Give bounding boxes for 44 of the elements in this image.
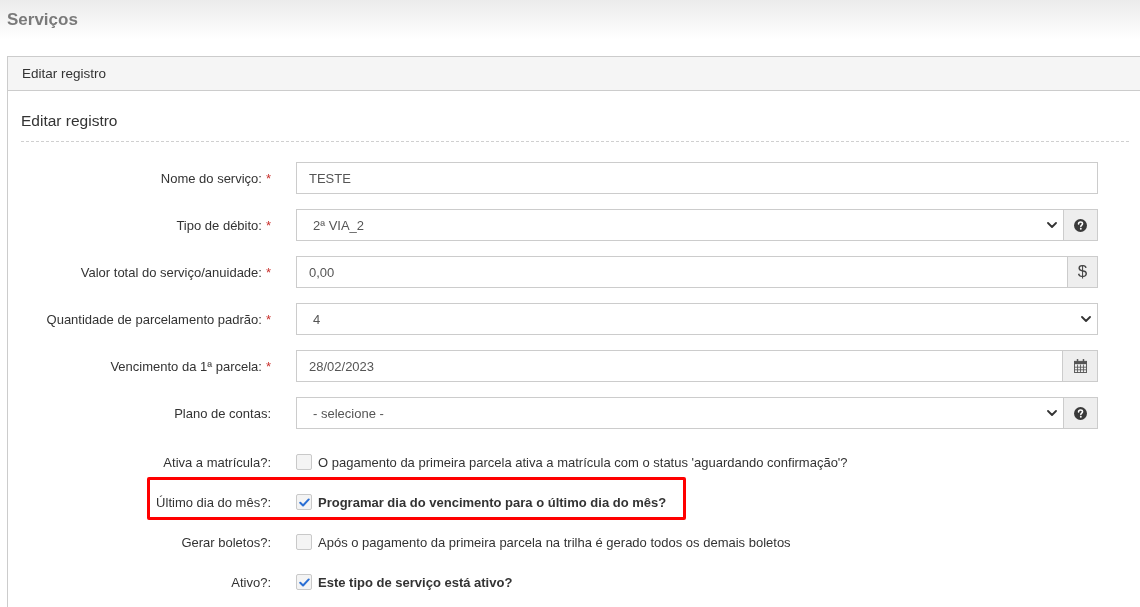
required-mark: * bbox=[265, 170, 271, 186]
check-icon bbox=[298, 577, 310, 587]
checkbox[interactable] bbox=[296, 454, 312, 470]
checkbox-label: Após o pagamento da primeira parcela na trilha é gerado todos os demais boletos bbox=[318, 534, 791, 550]
page-title: Serviços bbox=[7, 10, 78, 30]
required-mark: * bbox=[265, 217, 271, 233]
field-label: Tipo de débito: bbox=[176, 217, 262, 233]
select-field[interactable]: 4 bbox=[296, 303, 1098, 335]
help-button[interactable] bbox=[1064, 209, 1098, 241]
field-label: Ativa a matrícula?: bbox=[163, 454, 271, 470]
select-field[interactable]: - selecione - bbox=[296, 397, 1064, 429]
caret-icon bbox=[1081, 316, 1091, 322]
panel-heading: Editar registro bbox=[8, 57, 1140, 91]
checkbox-label: O pagamento da primeira parcela ativa a matrícula com o status 'aguardando confirmação'? bbox=[318, 454, 848, 470]
checkbox[interactable] bbox=[296, 574, 312, 590]
field-label: Valor total do serviço/anuidade: bbox=[80, 264, 262, 280]
required-mark: * bbox=[265, 358, 271, 374]
field-label: Vencimento da 1ª parcela: bbox=[110, 358, 262, 374]
field-label: Ativo?: bbox=[231, 574, 271, 590]
help-icon bbox=[1074, 218, 1087, 232]
help-icon bbox=[1074, 406, 1087, 420]
calendar-button[interactable] bbox=[1063, 350, 1098, 382]
field-label: Plano de contas: bbox=[174, 405, 271, 421]
help-button[interactable] bbox=[1064, 397, 1098, 429]
text-field[interactable]: 0,00 bbox=[296, 256, 1068, 288]
check-icon bbox=[298, 497, 310, 507]
checkbox[interactable] bbox=[296, 494, 312, 510]
caret-icon bbox=[1047, 410, 1057, 416]
date-field[interactable]: 28/02/2023 bbox=[296, 350, 1063, 382]
field-label: Quantidade de parcelamento padrão: bbox=[46, 311, 262, 327]
required-mark: * bbox=[265, 264, 271, 280]
field-label: Gerar boletos?: bbox=[181, 534, 271, 550]
caret-icon bbox=[1047, 222, 1057, 228]
text-field[interactable]: TESTE bbox=[296, 162, 1098, 194]
checkbox-label: Este tipo de serviço está ativo? bbox=[318, 574, 513, 590]
field-label: Último dia do mês?: bbox=[156, 494, 271, 510]
checkbox-label: Programar dia do vencimento para o último dia do mês? bbox=[318, 494, 667, 510]
checkbox[interactable] bbox=[296, 534, 312, 550]
calendar-icon bbox=[1073, 359, 1087, 373]
select-field[interactable]: 2ª VIA_2 bbox=[296, 209, 1064, 241]
section-title: Editar registro bbox=[21, 111, 118, 131]
field-label: Nome do serviço: bbox=[160, 170, 262, 186]
required-mark: * bbox=[265, 311, 271, 327]
currency-addon: $ bbox=[1068, 256, 1098, 288]
